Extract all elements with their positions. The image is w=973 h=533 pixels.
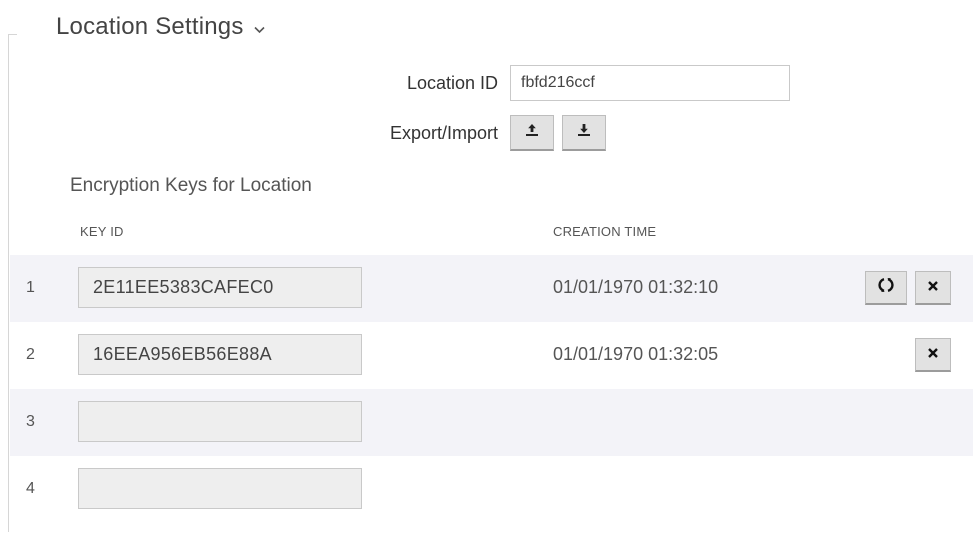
export-import-row: Export/Import — [356, 114, 606, 152]
table-row: 1 2E11EE5383CAFEC0 01/01/1970 01:32:10 — [10, 255, 973, 322]
export-import-label: Export/Import — [389, 122, 498, 143]
column-header-creation-time: CREATION TIME — [553, 224, 657, 239]
table-row: 4 — [10, 456, 973, 523]
column-header-key-id: KEY ID — [80, 224, 124, 239]
encryption-keys-title: Encryption Keys for Location — [70, 175, 312, 196]
download-icon — [577, 123, 591, 142]
section-title: Location Settings — [56, 13, 244, 40]
creation-time: 01/01/1970 01:32:10 — [553, 277, 719, 297]
delete-key-button[interactable] — [915, 338, 951, 372]
section-frame-corner — [8, 34, 17, 35]
row-index: 2 — [26, 346, 35, 363]
import-button[interactable] — [562, 115, 606, 151]
export-button[interactable] — [510, 115, 554, 151]
table-row: 3 — [10, 389, 973, 456]
upload-icon — [525, 123, 539, 142]
location-id-label: Location ID — [406, 72, 498, 93]
section-header[interactable]: Location Settings — [56, 13, 265, 41]
refresh-key-button[interactable] — [865, 271, 907, 305]
table-row: 2 16EEA956EB56E88A 01/01/1970 01:32:05 — [10, 322, 973, 389]
location-id-row: Location ID — [386, 64, 790, 102]
refresh-icon — [877, 277, 895, 298]
close-icon — [927, 279, 939, 297]
location-id-input[interactable] — [510, 65, 790, 101]
row-index: 4 — [26, 480, 35, 497]
delete-key-button[interactable] — [915, 271, 951, 305]
key-id-field[interactable] — [78, 401, 362, 442]
key-id-field[interactable]: 16EEA956EB56E88A — [78, 334, 362, 375]
key-id-field[interactable]: 2E11EE5383CAFEC0 — [78, 267, 362, 308]
key-id-field[interactable] — [78, 468, 362, 509]
section-frame-line — [8, 34, 9, 532]
creation-time: 01/01/1970 01:32:05 — [553, 344, 719, 364]
close-icon — [927, 346, 939, 364]
chevron-down-icon[interactable] — [253, 22, 265, 37]
row-index: 3 — [26, 413, 35, 430]
row-index: 1 — [26, 279, 35, 296]
